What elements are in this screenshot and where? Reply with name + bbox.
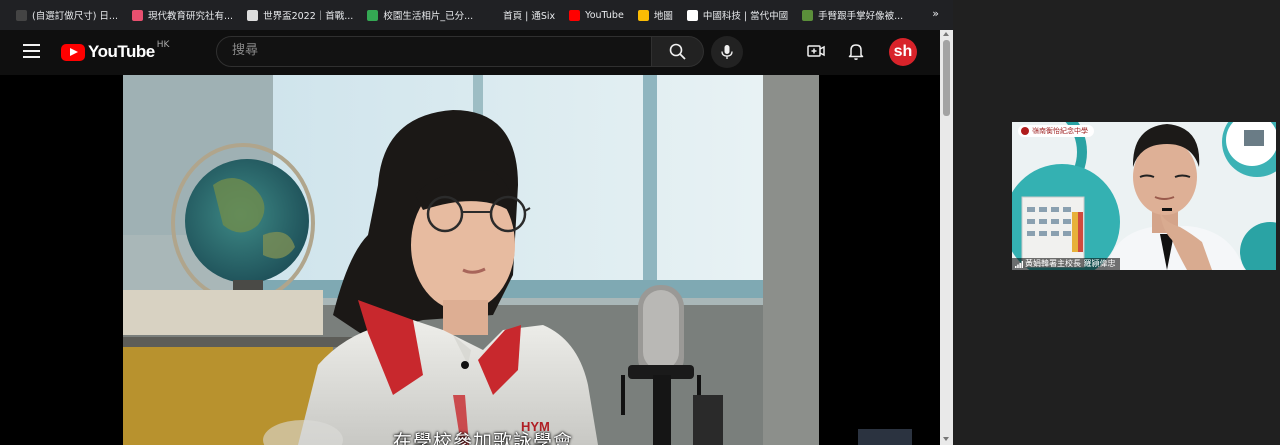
youtube-play-icon bbox=[61, 43, 85, 61]
search-box bbox=[216, 36, 652, 67]
page-icon bbox=[686, 9, 698, 21]
bookmark-label: 現代教育研究社有... bbox=[148, 11, 234, 22]
bookmark-item[interactable]: YouTube bbox=[569, 9, 624, 21]
bookmark-item[interactable]: 手臂跟手掌好像被... bbox=[802, 8, 903, 22]
youtube-header: YouTube HK 搜尋 sh bbox=[0, 30, 940, 75]
youtube-icon bbox=[569, 9, 581, 21]
bookmark-label: 校園生活相片_已分... bbox=[383, 11, 474, 22]
globe-icon bbox=[247, 9, 259, 21]
create-video-icon bbox=[807, 45, 825, 57]
school-logo-banner: 嶺南衡怡紀念中學 bbox=[1018, 125, 1094, 137]
bookmark-item[interactable]: 中國科技 | 當代中國 bbox=[686, 8, 789, 22]
page-scrollbar[interactable] bbox=[940, 30, 953, 445]
bookmark-item[interactable]: 首頁 | 通Six bbox=[487, 8, 555, 22]
scrollbar-thumb[interactable] bbox=[943, 40, 950, 116]
bell-icon bbox=[848, 44, 864, 60]
signal-strength-icon bbox=[1015, 261, 1023, 268]
bookmark-item[interactable]: 世界盃2022｜首戰... bbox=[247, 8, 353, 22]
bookmark-label: 世界盃2022｜首戰... bbox=[263, 11, 354, 22]
video-player[interactable]: HYM 在學校參加歌詠學會 bbox=[0, 75, 940, 445]
bookmark-item[interactable]: (自選訂做尺寸) 日... bbox=[16, 8, 118, 22]
school-crest-icon bbox=[1021, 127, 1029, 135]
shared-browser-window: (自選訂做尺寸) 日... 現代教育研究社有... 世界盃2022｜首戰... 校園生… bbox=[0, 0, 953, 445]
hamburger-menu-icon[interactable] bbox=[23, 44, 40, 58]
video-scene-image: HYM bbox=[123, 75, 819, 445]
microphone-icon bbox=[721, 45, 733, 59]
speaker-video-tile[interactable]: 嶺南衡怡紀念中學 黃娟韓署主校長 羅潁偉忠 bbox=[1012, 122, 1276, 270]
bookmark-label: 手臂跟手掌好像被... bbox=[818, 11, 904, 22]
bookmarks-bar: (自選訂做尺寸) 日... 現代教育研究社有... 世界盃2022｜首戰... 校園生… bbox=[0, 0, 953, 30]
scroll-down-arrow-icon[interactable] bbox=[943, 437, 949, 441]
book-icon bbox=[132, 9, 143, 21]
bookmark-item[interactable]: 校園生活相片_已分... bbox=[367, 8, 473, 22]
search-icon bbox=[669, 43, 686, 60]
youtube-logo[interactable]: YouTube HK bbox=[61, 40, 170, 62]
notifications-button[interactable] bbox=[844, 39, 868, 63]
bookmark-item[interactable]: 地圖 bbox=[637, 8, 673, 22]
google-drive-icon bbox=[367, 9, 379, 21]
video-thumbnail-overlay bbox=[858, 429, 912, 445]
video-frame[interactable]: HYM 在學校參加歌詠學會 bbox=[123, 75, 819, 445]
create-video-button[interactable] bbox=[804, 39, 828, 63]
bookmark-icon bbox=[16, 9, 27, 21]
region-code: HK bbox=[156, 40, 170, 50]
voice-search-button[interactable] bbox=[711, 36, 743, 68]
bookmark-label: (自選訂做尺寸) 日... bbox=[32, 11, 118, 22]
speaker-name-label: 黃娟韓署主校長 羅潁偉忠 bbox=[1012, 258, 1120, 270]
bookmark-label: 首頁 | 通Six bbox=[503, 11, 556, 22]
school-name: 嶺南衡怡紀念中學 bbox=[1032, 127, 1088, 135]
maps-pin-icon bbox=[637, 9, 649, 21]
speaker-video-image bbox=[1012, 122, 1276, 270]
search-input[interactable] bbox=[230, 42, 634, 59]
speaker-name: 黃娟韓署主校長 羅潁偉忠 bbox=[1025, 259, 1116, 268]
search-button[interactable] bbox=[652, 36, 704, 67]
account-avatar[interactable]: sh bbox=[889, 38, 917, 66]
bookmark-label: YouTube bbox=[585, 9, 624, 21]
youtube-logo-text: YouTube bbox=[88, 42, 155, 61]
bookmark-item[interactable]: 現代教育研究社有... bbox=[132, 8, 233, 22]
forum-icon bbox=[802, 9, 814, 21]
bookmarks-overflow-button[interactable]: » bbox=[932, 7, 939, 20]
scroll-up-arrow-icon[interactable] bbox=[943, 32, 949, 36]
blank-page-icon bbox=[487, 9, 499, 21]
video-subtitle: 在學校參加歌詠學會 bbox=[393, 431, 574, 445]
bookmark-label: 中國科技 | 當代中國 bbox=[702, 11, 789, 22]
bookmark-label: 地圖 bbox=[653, 11, 673, 22]
